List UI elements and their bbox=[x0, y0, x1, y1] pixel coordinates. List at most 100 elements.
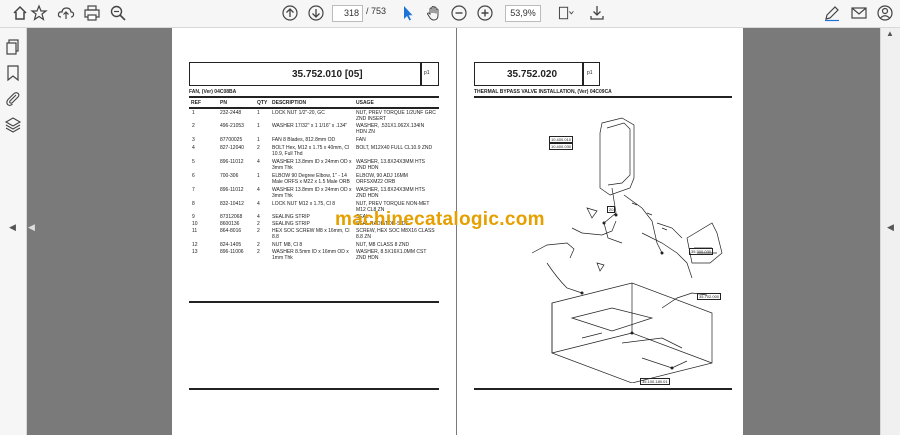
table-cell-usage: WASHER, 13.8X24X3MM HTS ZND HDN bbox=[356, 159, 426, 171]
table-cell-pn: 827-12040 bbox=[220, 145, 244, 151]
layers-icon[interactable] bbox=[4, 116, 22, 134]
table-cell-pn: 896-11012 bbox=[220, 187, 244, 193]
table-cell-pn: 700-306 bbox=[220, 173, 239, 179]
zoom-level-input[interactable]: 53,9% bbox=[505, 5, 541, 22]
mail-icon[interactable] bbox=[850, 4, 868, 22]
table-cell-ref: 10 bbox=[192, 221, 198, 227]
table-cell-qty: 2 bbox=[257, 228, 260, 234]
header-rule-bottom bbox=[189, 107, 439, 109]
page-footer-rule bbox=[189, 388, 439, 390]
viewer-left-arrow-icon[interactable]: ◀ bbox=[28, 222, 35, 233]
part-number: 35.752.020 bbox=[507, 69, 558, 80]
zoom-in-icon[interactable] bbox=[476, 4, 494, 22]
table-cell-qty: 1 bbox=[257, 173, 260, 179]
table-cell-qty: 2 bbox=[257, 145, 260, 151]
table-cell-ref: 6 bbox=[192, 173, 195, 179]
table-cell-pn: 896-11012 bbox=[220, 159, 244, 165]
table-cell-qty: 1 bbox=[257, 110, 260, 116]
next-page-icon[interactable] bbox=[307, 4, 325, 22]
table-cell-usage: FAN bbox=[356, 137, 366, 143]
table-cell-ref: 4 bbox=[192, 145, 195, 151]
table-cell-usage: NUT, PREV TORQUE 1/2UNF GRC ZND INSERT bbox=[356, 110, 436, 122]
table-end-rule bbox=[189, 301, 439, 303]
cloud-upload-icon[interactable] bbox=[57, 4, 75, 22]
table-cell-desc: WASHER 17/32" x 1 1/16" x .134" bbox=[272, 123, 348, 129]
page-fit-icon[interactable] bbox=[557, 4, 579, 22]
table-cell-ref: 1 bbox=[192, 110, 195, 116]
table-cell-qty: 1 bbox=[257, 123, 260, 129]
page-number-input[interactable]: 318 bbox=[332, 5, 363, 22]
table-cell-ref: 9 bbox=[192, 214, 195, 220]
section-title: FAN, (Ver) 04C08BA bbox=[189, 89, 237, 95]
col-header-qty: QTY bbox=[257, 100, 268, 106]
col-header-usage: USAGE bbox=[356, 100, 374, 106]
table-cell-desc: FAN 8 Blades, 812.8mm OD bbox=[272, 137, 336, 143]
part-number-divider bbox=[420, 62, 422, 86]
table-cell-pn: 824-1405 bbox=[220, 242, 242, 248]
sign-pen-icon[interactable] bbox=[823, 4, 841, 22]
table-cell-usage: WASHER, 13.8X24X3MM HTS ZND HDN bbox=[356, 187, 426, 199]
part-number-divider bbox=[582, 62, 584, 86]
print-icon[interactable] bbox=[83, 4, 101, 22]
table-cell-ref: 7 bbox=[192, 187, 195, 193]
callout-label: 10.400.030 bbox=[549, 143, 574, 150]
table-cell-pn: 8600136 bbox=[220, 221, 240, 227]
table-cell-usage: WASHER, 8.5X16X1.0MM CST ZND HDN bbox=[356, 249, 427, 261]
callout-label: 35.100.180.01 bbox=[640, 378, 670, 385]
download-icon[interactable] bbox=[588, 4, 606, 22]
table-cell-qty: 2 bbox=[257, 221, 260, 227]
page-total-label: / 753 bbox=[366, 6, 387, 16]
expand-panel-arrow-icon[interactable]: ◀ bbox=[887, 222, 894, 233]
watermark-text: machinecatalogic.com bbox=[335, 209, 545, 230]
bookmark-star-icon[interactable] bbox=[30, 4, 48, 22]
table-cell-desc: WASHER 13.8mm ID x 24mm OD x 3mm Thk bbox=[272, 159, 352, 171]
header-rule bbox=[474, 96, 732, 98]
table-cell-usage: WASHER, .531X1.062X.134IN HDN ZN bbox=[356, 123, 425, 135]
account-icon[interactable] bbox=[876, 4, 894, 22]
callout-label: 35.300.030 bbox=[689, 248, 714, 255]
table-cell-desc: WASHER 8.5mm ID x 16mm OD x 1mm Thk bbox=[272, 249, 349, 261]
page-thumbnails-icon[interactable] bbox=[4, 38, 22, 56]
col-header-ref: REF bbox=[191, 100, 201, 106]
table-cell-desc: LOCK NUT 1/2"-20, GC bbox=[272, 110, 325, 116]
top-toolbar: 318 / 753 53,9% bbox=[0, 0, 900, 28]
part-number: 35.752.010 [05] bbox=[292, 69, 363, 80]
thermal-bypass-valve-drawing bbox=[531, 117, 723, 383]
right-document-page: 35.752.020 p1 THERMAL BYPASS VALVE INSTA… bbox=[457, 28, 743, 435]
table-cell-pn: 232-2448 bbox=[220, 110, 242, 116]
table-cell-ref: 12 bbox=[192, 242, 198, 248]
table-cell-pn: 832-10412 bbox=[220, 201, 244, 207]
attachments-icon[interactable] bbox=[4, 90, 22, 108]
table-cell-ref: 8 bbox=[192, 201, 195, 207]
page-marker: p1 bbox=[587, 70, 593, 76]
document-viewer: 35.752.010 [05] p1 FAN, (Ver) 04C08BA RE… bbox=[27, 28, 880, 435]
left-document-page: 35.752.010 [05] p1 FAN, (Ver) 04C08BA RE… bbox=[172, 28, 456, 435]
callout-label: 10.400.010 bbox=[549, 136, 574, 143]
table-cell-desc: LOCK NUT M12 x 1.75, Cl 8 bbox=[272, 201, 335, 207]
table-cell-qty: 4 bbox=[257, 159, 260, 165]
table-cell-ref: 11 bbox=[192, 228, 198, 234]
left-sidebar: ◀ bbox=[0, 28, 27, 435]
col-header-description: DESCRIPTION bbox=[272, 100, 307, 106]
table-cell-usage: ELBOW, 90 ADJ 16MM ORFSXM22 ORB bbox=[356, 173, 408, 185]
home-icon[interactable] bbox=[11, 4, 29, 22]
right-scrollbar[interactable]: ▲ ◀ bbox=[880, 28, 900, 435]
page-marker: p1 bbox=[424, 70, 430, 76]
hand-pan-icon[interactable] bbox=[425, 4, 443, 22]
table-cell-ref: 13 bbox=[192, 249, 198, 255]
scroll-up-arrow-icon[interactable]: ▲ bbox=[886, 29, 894, 38]
table-cell-qty: 1 bbox=[257, 137, 260, 143]
table-cell-qty: 2 bbox=[257, 242, 260, 248]
table-cell-desc: ELBOW 90 Degree Elbow, 1" - 14 Male ORFS… bbox=[272, 173, 350, 185]
zoom-search-icon[interactable] bbox=[109, 4, 127, 22]
zoom-out-icon[interactable] bbox=[450, 4, 468, 22]
table-cell-pn: 87312068 bbox=[220, 214, 243, 220]
table-cell-ref: 3 bbox=[192, 137, 195, 143]
table-cell-ref: 5 bbox=[192, 159, 195, 165]
collapse-sidebar-arrow-icon[interactable]: ◀ bbox=[9, 222, 16, 233]
bookmarks-icon[interactable] bbox=[4, 64, 22, 82]
previous-page-icon[interactable] bbox=[281, 4, 299, 22]
select-cursor-icon[interactable] bbox=[399, 4, 417, 22]
table-cell-qty: 4 bbox=[257, 214, 260, 220]
table-cell-usage: BOLT, M12X40 FULL CL10.9 ZND bbox=[356, 145, 433, 151]
